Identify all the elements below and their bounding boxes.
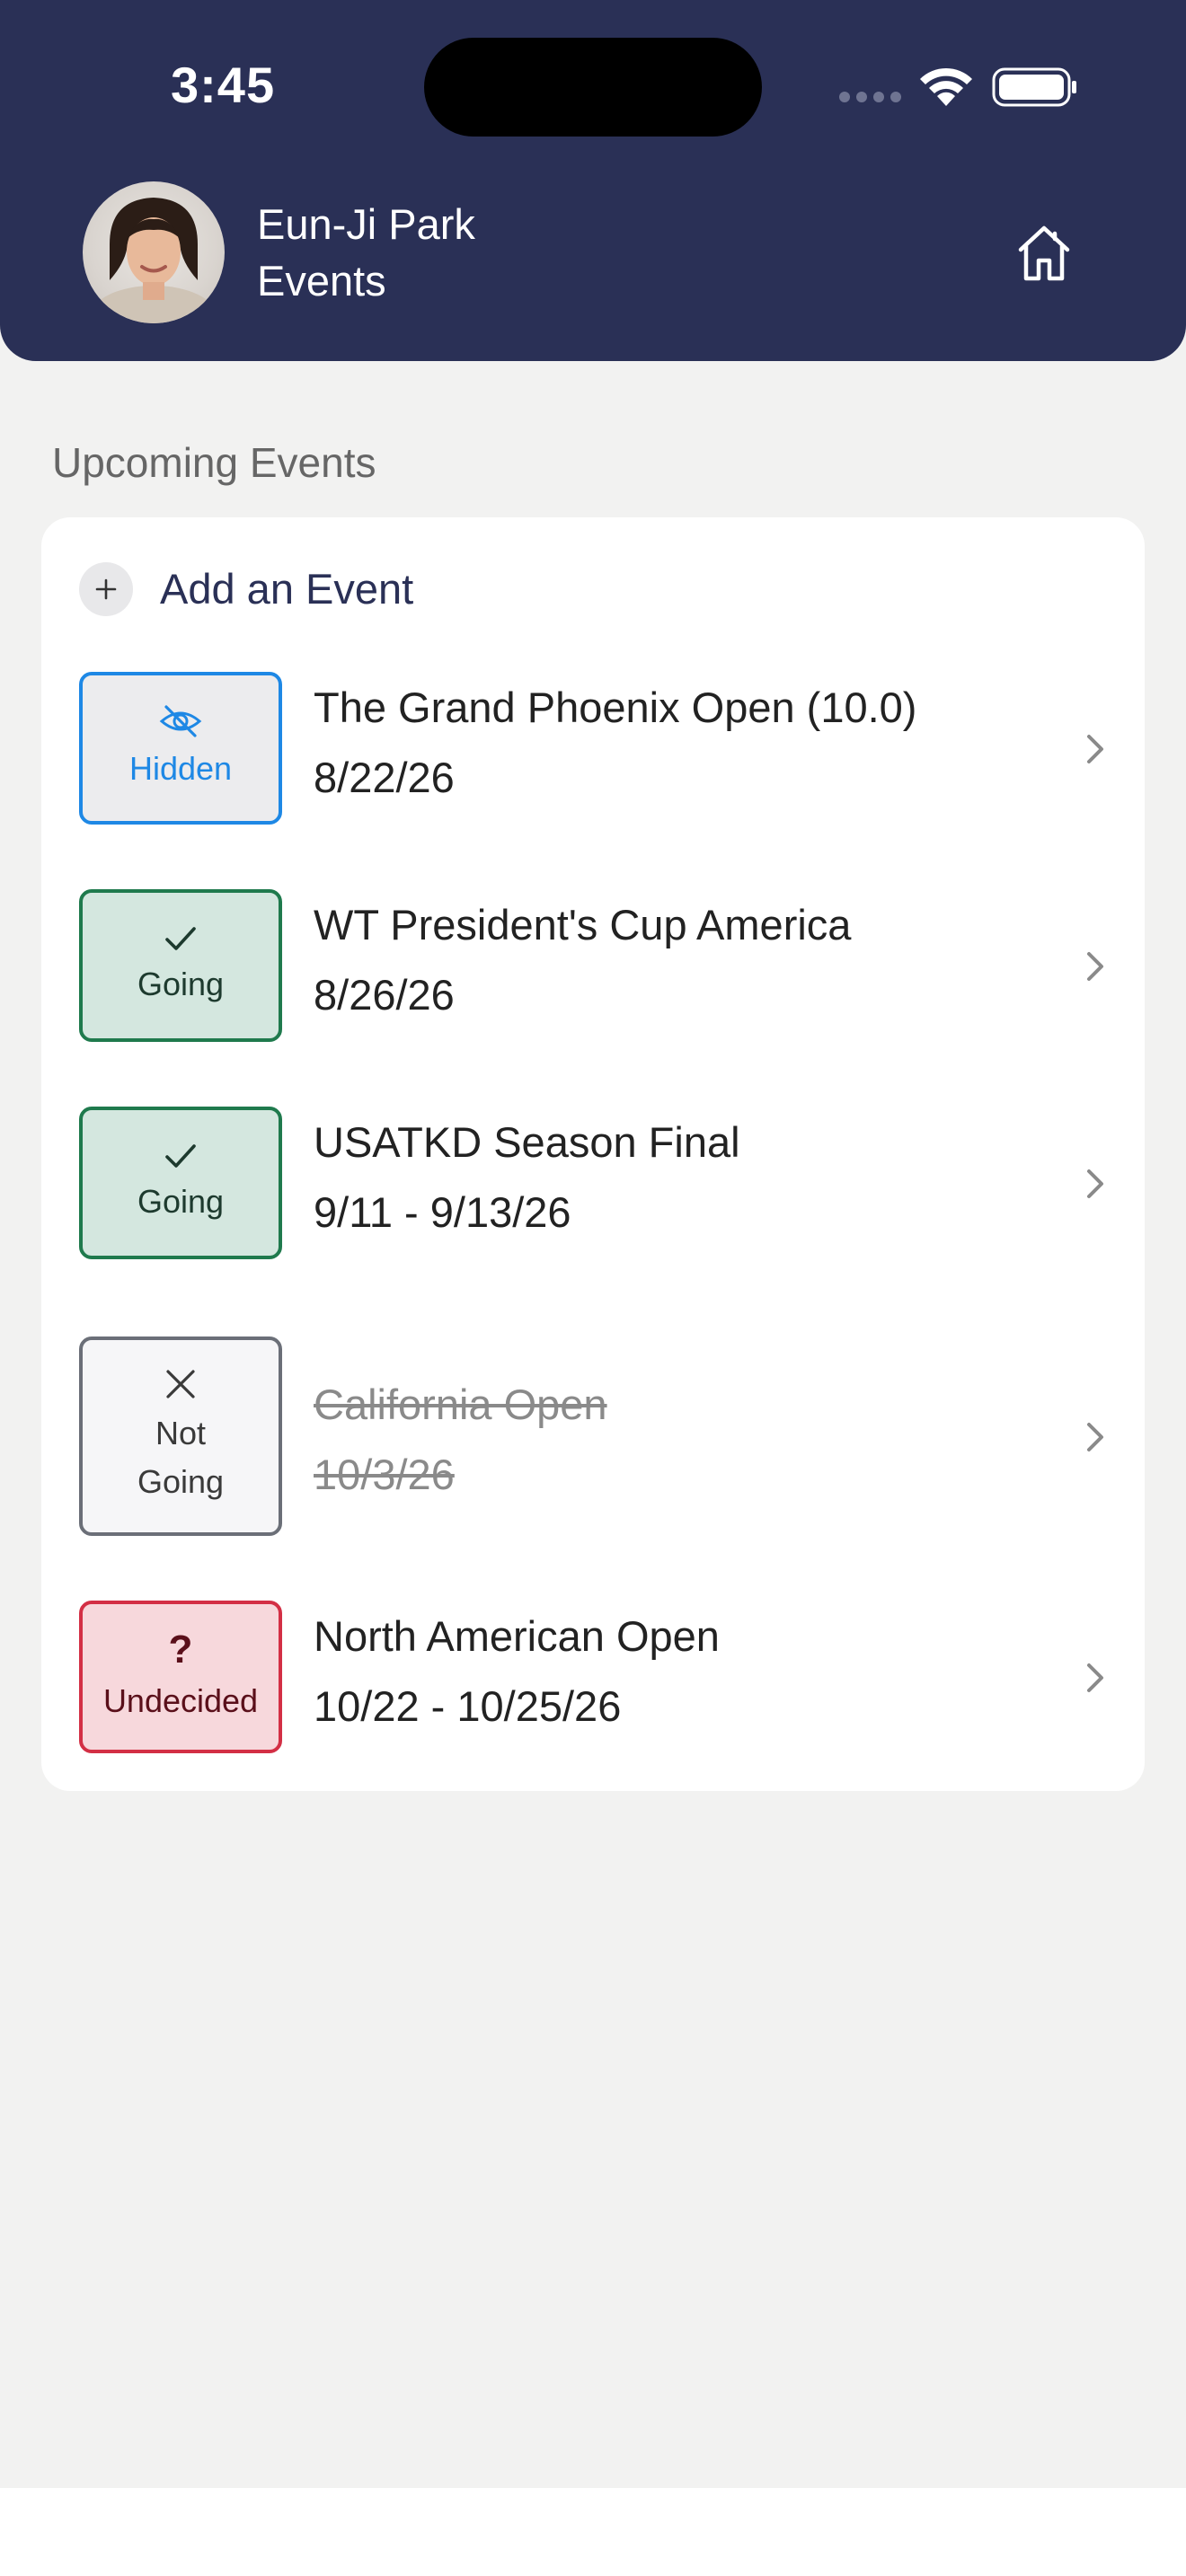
status-badge-hidden[interactable]: Hidden: [79, 672, 282, 825]
battery-icon: [992, 67, 1076, 107]
event-title: California Open: [314, 1381, 607, 1428]
event-row[interactable]: Hidden The Grand Phoenix Open (10.0) 8/2…: [41, 672, 1145, 830]
eye-slash-icon: [159, 705, 202, 737]
home-icon[interactable]: [1015, 223, 1073, 282]
chevron-right-icon: [1087, 1663, 1103, 1692]
event-row[interactable]: Not Going California Open 10/3/26: [41, 1337, 1145, 1539]
avatar-portrait-icon: [91, 198, 217, 323]
app-header: 3:45 Eun-Ji Park Events: [0, 0, 1186, 361]
dynamic-island: [424, 38, 762, 137]
event-date: 8/26/26: [314, 971, 455, 1019]
chevron-right-icon: [1087, 1423, 1103, 1451]
chevron-right-icon: [1087, 952, 1103, 981]
bottom-safe-area: [0, 2488, 1186, 2576]
status-badge-going[interactable]: Going: [79, 889, 282, 1042]
checkmark-icon: [165, 1144, 196, 1168]
question-mark-icon: ?: [168, 1628, 193, 1672]
event-row[interactable]: ? Undecided North American Open 10/22 - …: [41, 1601, 1145, 1759]
status-label: Going: [137, 1183, 225, 1220]
add-event-label: Add an Event: [160, 565, 414, 613]
event-date: 10/22 - 10/25/26: [314, 1682, 622, 1730]
section-title: Upcoming Events: [52, 439, 376, 486]
event-title: WT President's Cup America: [314, 901, 852, 948]
event-title: USATKD Season Final: [314, 1118, 740, 1166]
status-label: Hidden: [128, 750, 233, 787]
status-label-line2: Going: [137, 1463, 225, 1500]
user-name: Eun-Ji Park: [257, 200, 475, 248]
plus-icon: [79, 562, 133, 616]
x-mark-icon: [166, 1370, 195, 1398]
add-event-button[interactable]: Add an Event: [41, 517, 1145, 657]
event-title: North American Open: [314, 1612, 720, 1660]
status-badge-undecided[interactable]: ? Undecided: [79, 1601, 282, 1753]
status-time: 3:45: [171, 57, 276, 113]
chevron-right-icon: [1087, 1169, 1103, 1198]
event-date: 9/11 - 9/13/26: [314, 1188, 571, 1236]
status-badge-not-going[interactable]: Not Going: [79, 1337, 282, 1536]
status-label: Going: [137, 966, 225, 1002]
event-date: 8/22/26: [314, 754, 455, 801]
wifi-icon: [920, 67, 972, 106]
status-label: Undecided: [102, 1682, 259, 1719]
page-title: Events: [257, 257, 386, 304]
events-card: Add an Event Hidden The Grand Phoenix Op…: [41, 517, 1145, 1791]
event-title: The Grand Phoenix Open (10.0): [314, 684, 917, 731]
event-row[interactable]: Going USATKD Season Final 9/11 - 9/13/26: [41, 1107, 1145, 1265]
event-date: 10/3/26: [314, 1451, 455, 1498]
status-badge-going[interactable]: Going: [79, 1107, 282, 1259]
avatar[interactable]: [83, 181, 225, 323]
checkmark-icon: [165, 927, 196, 950]
event-row[interactable]: Going WT President's Cup America 8/26/26: [41, 889, 1145, 1047]
chevron-right-icon: [1087, 735, 1103, 763]
status-label-line1: Not: [155, 1415, 207, 1451]
cellular-signal-icon: [839, 92, 901, 102]
